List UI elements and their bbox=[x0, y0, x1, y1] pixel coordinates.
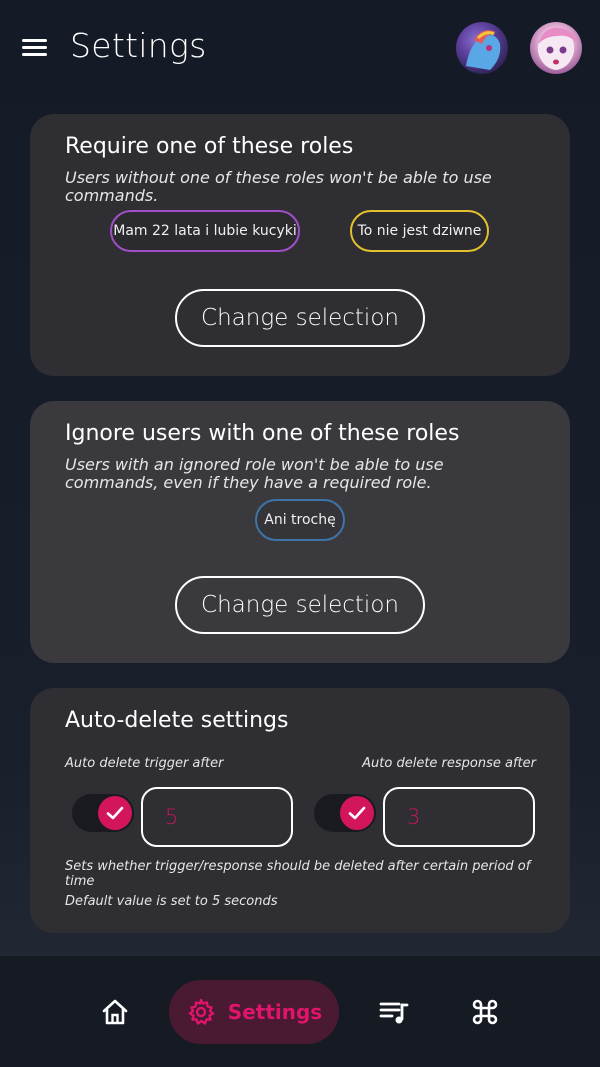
avatar[interactable] bbox=[456, 22, 508, 74]
card-title: Auto-delete settings bbox=[65, 708, 289, 733]
trigger-delay-input[interactable] bbox=[141, 787, 293, 847]
change-selection-button[interactable]: Change selection bbox=[175, 576, 425, 634]
response-delay-input[interactable] bbox=[383, 787, 535, 847]
avatar[interactable] bbox=[530, 22, 582, 74]
card-description: Users without one of these roles won't b… bbox=[65, 168, 492, 205]
check-icon bbox=[98, 796, 132, 830]
trigger-toggle[interactable] bbox=[72, 794, 134, 832]
card-title: Ignore users with one of these roles bbox=[65, 421, 460, 446]
card-description: Users with an ignored role won't be able… bbox=[65, 455, 444, 492]
auto-delete-note: Sets whether trigger/response should be … bbox=[65, 859, 531, 889]
default-value-note: Default value is set to 5 seconds bbox=[65, 894, 278, 909]
response-label: Auto delete response after bbox=[362, 756, 536, 771]
gear-icon bbox=[188, 998, 214, 1025]
nav-commands[interactable] bbox=[465, 980, 505, 1044]
role-chip[interactable]: Ani trochę bbox=[255, 499, 345, 541]
check-icon bbox=[340, 796, 374, 830]
nav-settings-label: Settings bbox=[227, 1000, 323, 1024]
menu-icon[interactable] bbox=[20, 36, 50, 60]
required-roles-card: Require one of these roles Users without… bbox=[30, 114, 570, 376]
nav-playlist[interactable] bbox=[374, 980, 414, 1044]
nav-settings[interactable]: Settings bbox=[169, 980, 339, 1044]
auto-delete-card: Auto-delete settings Auto delete trigger… bbox=[30, 688, 570, 933]
role-chip[interactable]: Mam 22 lata i lubie kucyki bbox=[110, 210, 300, 252]
top-app-bar: Settings bbox=[0, 0, 600, 96]
home-icon bbox=[102, 999, 128, 1025]
ignored-roles-card: Ignore users with one of these roles Use… bbox=[30, 401, 570, 663]
command-icon bbox=[472, 999, 498, 1025]
trigger-label: Auto delete trigger after bbox=[65, 756, 224, 771]
playlist-icon bbox=[379, 1002, 409, 1024]
page-title: Settings bbox=[70, 26, 207, 65]
card-title: Require one of these roles bbox=[65, 134, 354, 159]
bottom-navigation: Settings bbox=[0, 956, 600, 1067]
response-toggle[interactable] bbox=[314, 794, 376, 832]
role-chip[interactable]: To nie jest dziwne bbox=[350, 210, 489, 252]
nav-home[interactable] bbox=[90, 980, 140, 1044]
change-selection-button[interactable]: Change selection bbox=[175, 289, 425, 347]
